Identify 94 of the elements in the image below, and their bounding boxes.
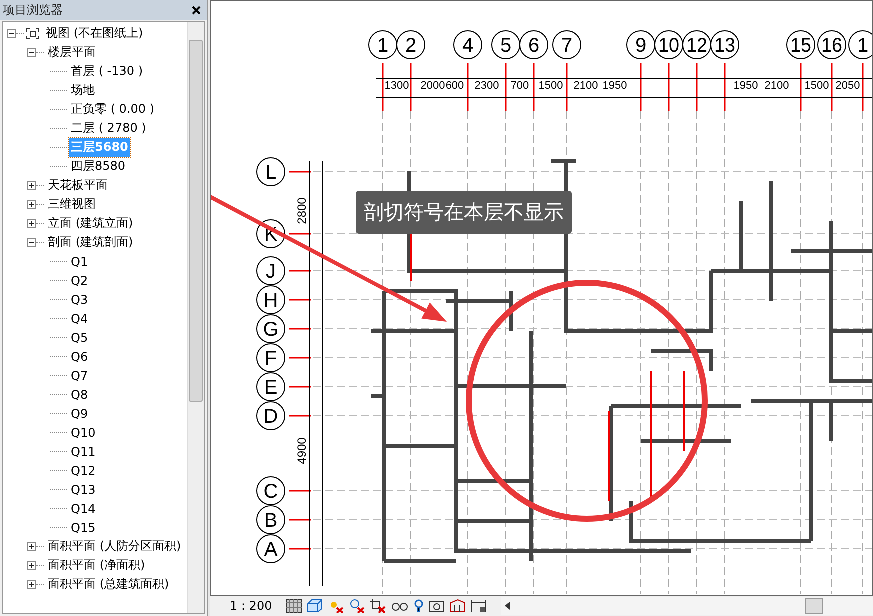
tree-item[interactable]: Q10 <box>69 424 98 440</box>
expand-icon[interactable] <box>27 181 36 190</box>
horizontal-scrollbar[interactable] <box>501 597 873 615</box>
tree-item[interactable]: Q7 <box>69 368 90 384</box>
scroll-left-icon[interactable] <box>505 602 512 610</box>
tree-item[interactable]: Q15 <box>69 520 98 536</box>
scrollbar-thumb[interactable] <box>805 598 823 614</box>
collapse-icon[interactable] <box>27 48 36 57</box>
grid-bubble[interactable]: E <box>256 372 286 402</box>
dimension-text: 1950 <box>602 80 628 92</box>
grid-bubble[interactable]: 1 <box>368 30 398 60</box>
dimension-text: 2800 <box>295 198 309 224</box>
grid-bubble[interactable]: 9 <box>626 30 656 60</box>
shadow-icon[interactable] <box>349 599 366 613</box>
dimension-text: 2300 <box>474 80 500 92</box>
collapse-icon[interactable] <box>27 238 36 247</box>
tree-item[interactable]: 四层8580 <box>69 157 128 176</box>
tree-item[interactable]: 面积平面 (总建筑面积) <box>46 575 172 594</box>
tree-item[interactable]: Q9 <box>69 406 90 422</box>
lightbulb-icon[interactable] <box>414 599 424 613</box>
expand-icon[interactable] <box>27 219 36 228</box>
tree-item[interactable]: 面积平面 (净面积) <box>46 556 148 575</box>
building-icon[interactable] <box>450 599 466 613</box>
grid-bubble[interactable]: 13 <box>710 30 740 60</box>
expand-icon[interactable] <box>27 561 36 570</box>
tree-item[interactable]: 三维视图 <box>46 195 98 214</box>
tree-item[interactable]: Q11 <box>69 444 98 460</box>
grid-bubble[interactable]: 12 <box>682 30 712 60</box>
grid-bubble[interactable]: B <box>256 506 286 534</box>
sun-icon[interactable] <box>328 599 344 613</box>
grid-bubble[interactable]: D <box>256 402 286 430</box>
grid-bubble[interactable]: G <box>256 314 286 344</box>
grid-bubble[interactable]: 16 <box>818 30 846 60</box>
camera-icon[interactable] <box>429 599 446 613</box>
dimension-text: 2000 <box>420 80 446 92</box>
grid-bubble[interactable]: L <box>256 158 286 186</box>
grid-bubble[interactable]: J <box>256 256 286 286</box>
grid-bubble[interactable]: 4 <box>454 30 482 60</box>
tree-item[interactable]: 天花板平面 <box>46 176 110 195</box>
ruler-icon[interactable] <box>471 599 488 613</box>
grid-bubble[interactable]: 6 <box>520 30 548 60</box>
grid-bubble[interactable]: A <box>256 534 286 564</box>
tree-item[interactable]: 立面 (建筑立面) <box>46 214 136 233</box>
dimension-text: 1950 <box>734 80 758 92</box>
grid-bubble[interactable]: 5 <box>492 30 520 60</box>
dimension-text: 700 <box>510 80 530 92</box>
scale-text[interactable]: 1 : 200 <box>230 599 272 613</box>
dimension-text: 600 <box>446 80 464 92</box>
crop-icon[interactable] <box>370 599 386 613</box>
tree-item[interactable]: Q1 <box>69 254 90 270</box>
tree-item[interactable]: Q5 <box>69 330 90 346</box>
tree-item[interactable]: Q13 <box>69 482 98 498</box>
tree-item[interactable]: 楼层平面 <box>46 43 98 62</box>
view-icon <box>26 28 40 40</box>
grid-bubble[interactable]: 15 <box>786 30 816 60</box>
dimension-text: 1300 <box>384 80 410 92</box>
tooltip: 剖切符号在本层不显示 <box>356 191 572 234</box>
grid-bubble[interactable]: H <box>256 286 286 314</box>
grid-bubble[interactable]: F <box>256 344 286 372</box>
dimension-text: 2100 <box>574 80 598 92</box>
tree-item[interactable]: Q14 <box>69 500 98 516</box>
dimension-text: 2050 <box>836 80 860 92</box>
scrollbar-thumb[interactable] <box>189 40 203 402</box>
dimension-text: 2100 <box>764 80 790 92</box>
tree-item[interactable]: 正负零 ( 0.00 ) <box>69 100 157 119</box>
tree-item[interactable]: 首层 ( -130 ) <box>69 62 146 81</box>
tree-item[interactable]: 视图 (不在图纸上) <box>44 24 146 43</box>
expand-icon[interactable] <box>27 542 36 551</box>
tree-item[interactable]: Q2 <box>69 272 90 288</box>
grid-bubble[interactable]: 2 <box>396 30 426 60</box>
tree-item[interactable]: Q6 <box>69 348 90 364</box>
panel-title: 项目浏览器 <box>3 2 63 18</box>
expand-icon[interactable] <box>27 580 36 589</box>
tree-item[interactable]: Q3 <box>69 292 90 308</box>
grid-bubble[interactable]: 10 <box>654 30 684 60</box>
vertical-scrollbar[interactable] <box>187 22 204 613</box>
tree-item[interactable]: Q8 <box>69 386 90 402</box>
collapse-icon[interactable] <box>7 29 16 38</box>
grid-bubble[interactable]: 1 <box>848 30 872 60</box>
close-icon[interactable] <box>192 6 201 14</box>
grid-bubble[interactable]: C <box>256 476 286 506</box>
tree-item[interactable]: 场地 <box>69 81 97 100</box>
dimension-text: 1500 <box>538 80 564 92</box>
tree-item[interactable]: Q4 <box>69 310 90 326</box>
dimension-text: 1500 <box>804 80 830 92</box>
tree-item[interactable]: 面积平面 (人防分区面积) <box>46 537 184 556</box>
tree-item[interactable]: Q12 <box>69 462 98 478</box>
tree-item[interactable]: 剖面 (建筑剖面) <box>46 233 136 252</box>
dimension-text: 4900 <box>295 438 309 464</box>
grid-pattern-icon[interactable] <box>286 599 302 613</box>
grid-bubble[interactable]: 7 <box>552 30 582 60</box>
cube-icon[interactable] <box>307 599 324 613</box>
expand-icon[interactable] <box>27 200 36 209</box>
tree-item[interactable]: 二层 ( 2780 ) <box>69 119 148 138</box>
